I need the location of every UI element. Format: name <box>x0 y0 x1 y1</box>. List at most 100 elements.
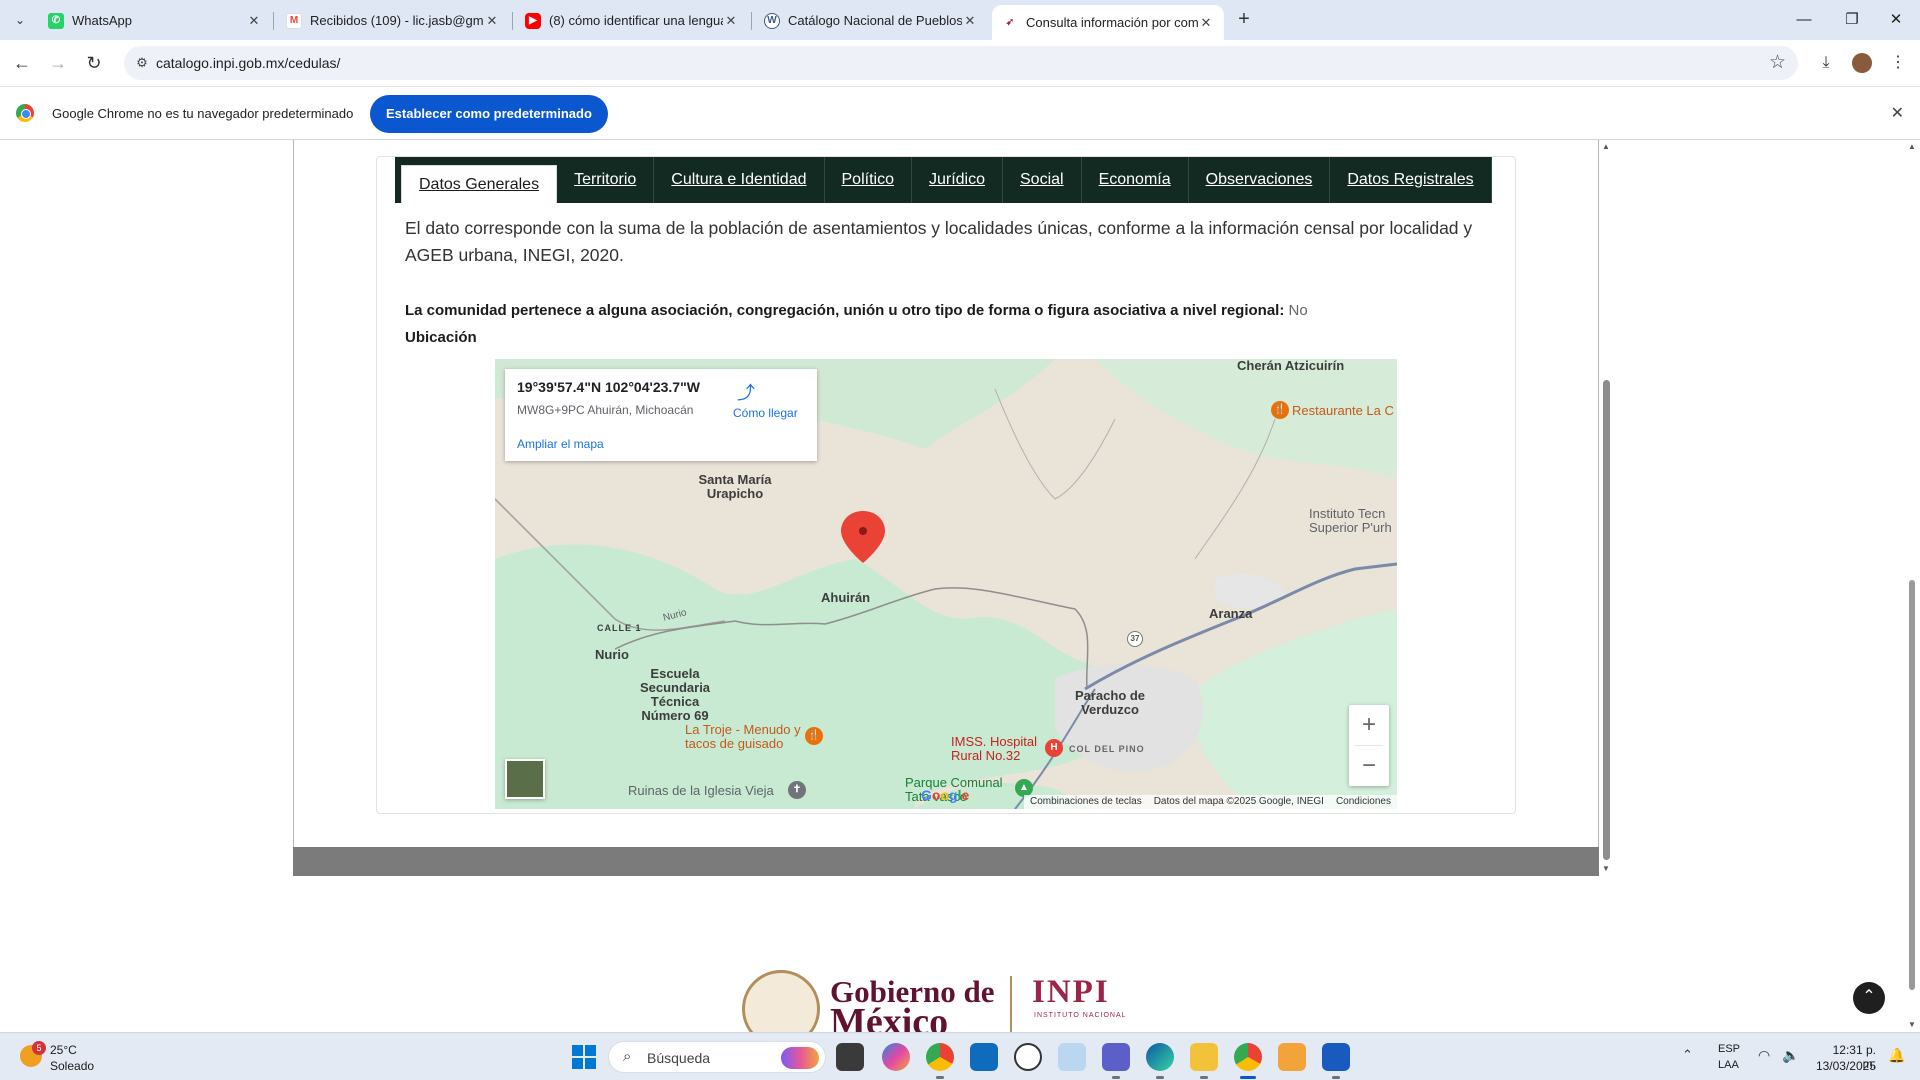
search-highlight-icon <box>781 1047 819 1069</box>
weather-condition[interactable]: Soleado <box>50 1059 94 1073</box>
close-icon[interactable]: ✕ <box>484 13 500 29</box>
tab-politico[interactable]: Político <box>825 157 912 203</box>
microsoft-store-icon[interactable] <box>970 1043 998 1071</box>
tab-youtube[interactable]: ▶ (8) cómo identificar una lengua ✕ <box>515 5 749 36</box>
dell-icon[interactable] <box>1014 1043 1042 1071</box>
weather-badge: 5 <box>32 1041 46 1055</box>
restaurant-icon: 🍴 <box>1271 401 1289 419</box>
close-icon[interactable]: ✕ <box>1198 15 1214 31</box>
tab-territorio[interactable]: Territorio <box>557 157 655 203</box>
weather-temperature[interactable]: 25°C <box>50 1043 77 1057</box>
default-browser-infobar: Google Chrome no es tu navegador predete… <box>0 86 1920 140</box>
keyboard-layout[interactable]: LAA <box>1718 1059 1739 1071</box>
tab-cultura-identidad[interactable]: Cultura e Identidad <box>654 157 825 203</box>
association-row: La comunidad pertenece a alguna asociaci… <box>405 302 1308 319</box>
clock-date[interactable]: 13/03/2025 <box>1806 1059 1876 1073</box>
volume-icon[interactable]: 🔈 <box>1782 1047 1799 1064</box>
map-poi-restaurante: Restaurante La C <box>1292 403 1394 418</box>
zoom-in-button[interactable]: + <box>1349 705 1389 745</box>
tab-observaciones[interactable]: Observaciones <box>1189 157 1331 203</box>
logo-inpi-text: INPI <box>1032 974 1110 1010</box>
panel-footer-bar <box>293 847 1599 876</box>
close-window-button[interactable]: ✕ <box>1872 0 1920 40</box>
tab-title: Consulta información por comu <box>1026 15 1198 30</box>
minimize-button[interactable]: — <box>1780 0 1828 40</box>
keyboard-shortcuts-link[interactable]: Combinaciones de teclas <box>1030 795 1142 809</box>
menu-kebab-icon[interactable]: ⋮ <box>1884 49 1912 77</box>
church-icon: ✝ <box>788 781 806 799</box>
close-icon[interactable]: ✕ <box>1891 103 1904 123</box>
tab-title: Catálogo Nacional de Pueblos y <box>788 13 962 28</box>
close-icon[interactable]: ✕ <box>962 13 978 29</box>
tab-juridico[interactable]: Jurídico <box>912 157 1003 203</box>
gobierno-inpi-logo: Gobierno de México INPI INSTITUTO NACION… <box>742 970 1162 1032</box>
restaurant-icon: 🍴 <box>805 727 823 745</box>
language-code[interactable]: ESP <box>1718 1043 1740 1055</box>
teams-icon[interactable] <box>1102 1043 1130 1079</box>
tab-catalogo[interactable]: W Catálogo Nacional de Pueblos y ✕ <box>754 5 988 36</box>
directions-icon[interactable]: ⤴ <box>737 379 755 403</box>
forward-button[interactable]: → <box>44 49 72 77</box>
tab-whatsapp[interactable]: ✆ WhatsApp ✕ <box>38 5 272 36</box>
chrome-icon[interactable] <box>1234 1043 1262 1079</box>
set-default-button[interactable]: Establecer como predeterminado <box>370 95 608 133</box>
tab-strip: ⌄ ✆ WhatsApp ✕ M Recibidos (109) - lic.j… <box>0 0 1920 40</box>
profile-avatar[interactable] <box>1848 49 1876 77</box>
taskbar-search[interactable]: ⌕ Búsqueda <box>608 1041 826 1073</box>
bookmark-star-icon[interactable]: ☆ <box>1769 51 1786 74</box>
tab-title: Recibidos (109) - lic.jasb@gmai <box>310 13 484 28</box>
wifi-icon[interactable]: ◠ <box>1758 1047 1770 1064</box>
task-view-icon[interactable] <box>836 1043 864 1071</box>
tab-economia[interactable]: Economía <box>1082 157 1189 203</box>
map-label-aranza: Aranza <box>1209 606 1253 621</box>
site-info-icon[interactable]: ⚙ <box>132 53 152 73</box>
tab-datos-registrales[interactable]: Datos Registrales <box>1330 157 1492 203</box>
media-player-icon[interactable] <box>1278 1043 1306 1071</box>
enlarge-map-link[interactable]: Ampliar el mapa <box>517 437 604 451</box>
close-icon[interactable]: ✕ <box>723 13 739 29</box>
tab-title: WhatsApp <box>72 13 132 28</box>
map-poi-la-troje: La Troje - Menudo y tacos de guisado <box>685 722 801 751</box>
satellite-layer-toggle[interactable] <box>505 759 545 799</box>
map-zoom-control: + − <box>1349 705 1389 786</box>
reload-button[interactable]: ↻ <box>80 49 108 77</box>
panel-scrollbar[interactable]: ▲ ▼ <box>1600 140 1614 876</box>
notification-bell-icon[interactable]: 🔔 <box>1888 1047 1905 1064</box>
file-explorer-icon[interactable] <box>1190 1043 1218 1079</box>
wordpress-icon: W <box>764 12 780 29</box>
logo-inpi-subtitle: INSTITUTO NACIONAL <box>1034 1012 1127 1019</box>
url-text[interactable]: catalogo.inpi.gob.mx/cedulas/ <box>156 55 340 71</box>
chevron-up-icon[interactable]: ⌃ <box>1682 1047 1693 1063</box>
word-icon[interactable] <box>1322 1043 1350 1079</box>
back-button[interactable]: ← <box>8 49 36 77</box>
google-logo: Google <box>921 787 970 803</box>
tab-datos-generales[interactable]: Datos Generales <box>401 165 558 203</box>
start-button[interactable] <box>572 1045 596 1069</box>
snipping-tool-icon[interactable] <box>1058 1043 1086 1071</box>
page-scrollbar[interactable]: ▲ ▼ <box>1904 140 1920 1032</box>
route-shield-icon: 37 <box>1127 631 1143 647</box>
zoom-out-button[interactable]: − <box>1349 746 1389 786</box>
windows-taskbar: 5 25°C Soleado ⌕ Búsqueda ⌃ ESP LAA ◠ 🔈 … <box>0 1032 1920 1080</box>
map-attribution: Combinaciones de teclas Datos del mapa ©… <box>1023 795 1397 809</box>
tab-search-chevron-icon[interactable]: ⌄ <box>8 8 32 32</box>
download-icon[interactable]: ⤓ <box>1812 49 1840 77</box>
copilot-icon[interactable] <box>882 1043 910 1071</box>
google-map-embed[interactable]: Cherán Atzicuirín 🍴 Restaurante La C San… <box>495 359 1397 809</box>
new-tab-button[interactable]: + <box>1232 8 1256 32</box>
map-label-calle1: CALLE 1 <box>597 623 642 633</box>
chrome-profile-icon[interactable] <box>926 1043 954 1079</box>
terms-link[interactable]: Condiciones <box>1336 795 1391 809</box>
restore-button[interactable]: ❐ <box>1828 0 1876 40</box>
tab-social[interactable]: Social <box>1003 157 1082 203</box>
tab-gmail[interactable]: M Recibidos (109) - lic.jasb@gmai ✕ <box>276 5 510 36</box>
address-bar[interactable]: ⚙ catalogo.inpi.gob.mx/cedulas/ ☆ <box>124 46 1798 80</box>
close-icon[interactable]: ✕ <box>246 13 262 29</box>
tab-consulta-active[interactable]: ➶ Consulta información por comu ✕ <box>992 5 1224 40</box>
directions-link[interactable]: Cómo llegar <box>733 406 798 420</box>
search-icon: ⌕ <box>623 1048 632 1065</box>
back-to-top-button[interactable]: ⌃ <box>1853 982 1885 1014</box>
association-label: La comunidad pertenece a alguna asociaci… <box>405 302 1285 319</box>
edge-icon[interactable] <box>1146 1043 1174 1079</box>
national-seal-icon <box>742 970 820 1032</box>
